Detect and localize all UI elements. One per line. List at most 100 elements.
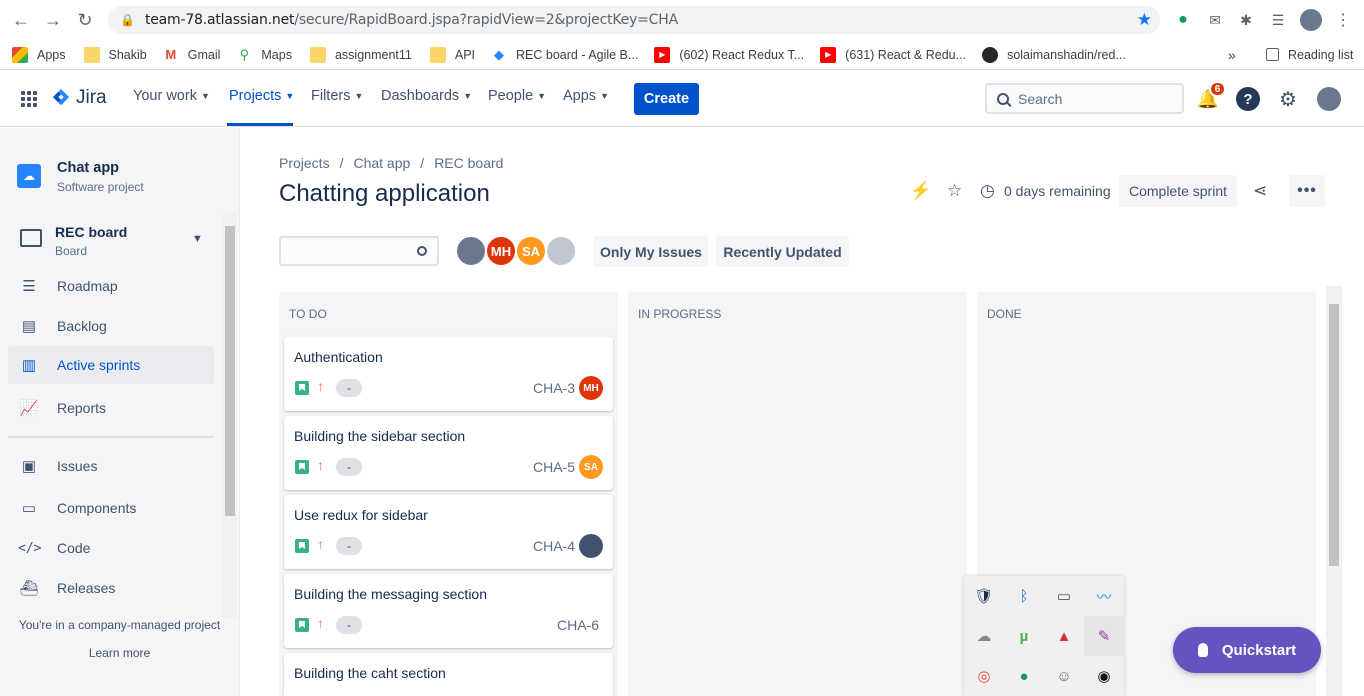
issue-key[interactable]: CHA-6	[557, 617, 599, 633]
board-scrollbar[interactable]	[1326, 286, 1342, 696]
scrollbar-thumb[interactable]	[225, 226, 235, 516]
bookmark-shakib[interactable]: Shakib	[83, 43, 147, 67]
sidebar-item-code[interactable]: </> Code	[8, 529, 214, 567]
bookmark-apps[interactable]: Apps	[12, 43, 66, 67]
only-my-issues-button[interactable]: Only My Issues	[594, 236, 708, 267]
bookmark-api[interactable]: API	[429, 43, 475, 67]
search-input[interactable]: Search	[985, 83, 1184, 114]
sidebar-item-roadmap[interactable]: ☰ Roadmap	[8, 267, 214, 305]
bookmark-youtube-631[interactable]: ▶ (631) React & Redu...	[820, 43, 966, 67]
app-switcher-icon[interactable]	[21, 91, 37, 107]
mail-extension-icon[interactable]: ✉	[1205, 10, 1225, 30]
issue-key[interactable]: CHA-3	[533, 380, 575, 396]
story-icon	[295, 539, 309, 553]
assignee-avatar[interactable]: SA	[579, 455, 603, 479]
issue-key[interactable]: CHA-5	[533, 459, 575, 475]
windows-security-icon[interactable]: 🛡	[964, 576, 1004, 616]
filter-avatar-sa[interactable]: SA	[515, 235, 547, 267]
bookmark-youtube-602[interactable]: ▶ (602) React Redux T...	[654, 43, 804, 67]
chrome-icon[interactable]: ◎	[964, 656, 1004, 696]
cloud-sync-icon[interactable]: ☁	[964, 616, 1004, 656]
bookmark-github[interactable]: solaimanshadin/red...	[982, 43, 1126, 67]
sidebar-item-reports[interactable]: 📈 Reports	[8, 389, 214, 427]
adobe-icon[interactable]: ▲	[1044, 616, 1084, 656]
bookmark-label: REC board - Agile B...	[516, 47, 639, 62]
media-control-icon[interactable]: ☰	[1268, 10, 1288, 30]
breadcrumb-chat-app[interactable]: Chat app	[353, 155, 410, 171]
chrome-menu-icon[interactable]: ⋮	[1333, 10, 1353, 30]
reload-icon[interactable]: ↻	[72, 7, 98, 33]
board-search-input[interactable]	[279, 236, 439, 266]
learn-more-link[interactable]: Learn more	[0, 646, 239, 660]
more-bookmarks-button[interactable]: »	[1228, 43, 1236, 67]
address-bar[interactable]: 🔒 team-78.atlassian.net/secure/RapidBoar…	[108, 6, 1160, 34]
quickstart-button[interactable]: Quickstart	[1173, 627, 1321, 673]
nav-filters[interactable]: Filters ▼	[311, 88, 363, 104]
nav-people[interactable]: People ▼	[488, 88, 546, 104]
project-cloud-icon: ☁	[17, 164, 41, 188]
filter-avatar-unassigned[interactable]	[545, 235, 577, 267]
bookmark-label: Gmail	[187, 47, 221, 62]
star-icon[interactable]: ☆	[947, 181, 962, 201]
sidebar-item-backlog[interactable]: ▤ Backlog	[8, 307, 214, 345]
bookmark-assignment11[interactable]: assignment11	[309, 43, 412, 67]
sidebar-item-issues[interactable]: ▣ Issues	[8, 447, 214, 485]
breadcrumb-rec-board[interactable]: REC board	[434, 155, 503, 171]
sidebar-item-components[interactable]: ▭ Components	[8, 489, 214, 527]
profile-avatar-icon[interactable]	[1300, 9, 1322, 31]
bookmark-gmail[interactable]: M Gmail	[163, 43, 221, 67]
user-avatar[interactable]	[1317, 87, 1341, 111]
filter-avatar-user[interactable]	[455, 235, 487, 267]
display-icon[interactable]: ▭	[1044, 576, 1084, 616]
discord-icon[interactable]: ☺	[1044, 656, 1084, 696]
audio-wave-icon[interactable]: 〰	[1084, 576, 1124, 616]
bookmark-rec-board[interactable]: ◆ REC board - Agile B...	[491, 43, 638, 67]
sidebar-item-releases[interactable]: ⛴ Releases	[8, 569, 214, 607]
help-icon[interactable]: ?	[1236, 87, 1260, 111]
utorrent-icon[interactable]: µ	[1004, 616, 1044, 656]
sidebar-footer: You're in a company-managed project Lear…	[0, 618, 239, 660]
more-actions-button[interactable]: •••	[1289, 175, 1325, 207]
hangouts-icon[interactable]: ●	[1004, 656, 1044, 696]
extensions-puzzle-icon[interactable]: ✱	[1236, 10, 1256, 30]
assignee-avatar[interactable]: MH	[579, 376, 603, 400]
system-tray-popup: 🛡 ᛒ ▭ 〰 ☁ µ ▲ ✎ ◎ ● ☺ ◉	[964, 576, 1124, 696]
issue-key[interactable]: CHA-4	[533, 538, 575, 554]
jira-logo[interactable]: Jira	[52, 87, 107, 109]
issue-card[interactable]: Use redux for sidebar ↑ - CHA-4	[284, 495, 613, 569]
issue-card[interactable]: Building the messaging section ↑ - CHA-6	[284, 574, 613, 648]
bluetooth-icon[interactable]: ᛒ	[1004, 576, 1044, 616]
bookmark-label: (602) React Redux T...	[679, 47, 805, 62]
board-name[interactable]: REC board	[55, 224, 127, 240]
nav-dashboards[interactable]: Dashboards ▼	[381, 88, 472, 104]
sidebar-item-active-sprints[interactable]: ▥ Active sprints	[8, 346, 214, 384]
back-arrow-icon[interactable]: ←	[8, 7, 34, 33]
card-title: Building the messaging section	[294, 586, 488, 602]
create-button[interactable]: Create	[634, 83, 699, 115]
chevron-down-icon[interactable]: ▼	[192, 233, 203, 245]
settings-gear-icon[interactable]: ⚙	[1276, 87, 1300, 111]
issue-card[interactable]: Authentication ↑ - CHA-3 MH	[284, 337, 613, 411]
nav-your-work[interactable]: Your work ▼	[133, 88, 210, 104]
pen-icon[interactable]: ✎	[1084, 616, 1124, 656]
bookmark-star-icon[interactable]: ★	[1137, 10, 1152, 30]
reading-list-button[interactable]: Reading list	[1266, 43, 1353, 67]
scrollbar-thumb[interactable]	[1329, 304, 1339, 566]
filter-avatar-mh[interactable]: MH	[485, 235, 517, 267]
complete-sprint-button[interactable]: Complete sprint	[1119, 175, 1237, 207]
forward-arrow-icon[interactable]: →	[40, 7, 66, 33]
issue-card[interactable]: Building the sidebar section ↑ - CHA-5 S…	[284, 416, 613, 490]
nav-apps[interactable]: Apps ▼	[563, 88, 609, 104]
board-type: Board	[55, 244, 88, 258]
obs-icon[interactable]: ◉	[1084, 656, 1124, 696]
recently-updated-button[interactable]: Recently Updated	[716, 236, 849, 267]
bookmark-maps[interactable]: ⚲ Maps	[236, 43, 292, 67]
issue-card[interactable]: Building the caht section	[284, 653, 613, 696]
nav-projects[interactable]: Projects ▼	[229, 88, 294, 104]
share-icon[interactable]: ⋖	[1253, 181, 1267, 201]
lightning-automation-icon[interactable]: ⚡	[910, 181, 931, 201]
hangouts-extension-icon[interactable]: ●	[1173, 10, 1193, 30]
assignee-avatar[interactable]	[579, 534, 603, 558]
sidebar-scrollbar[interactable]	[223, 212, 237, 618]
breadcrumb-projects[interactable]: Projects	[279, 155, 330, 171]
